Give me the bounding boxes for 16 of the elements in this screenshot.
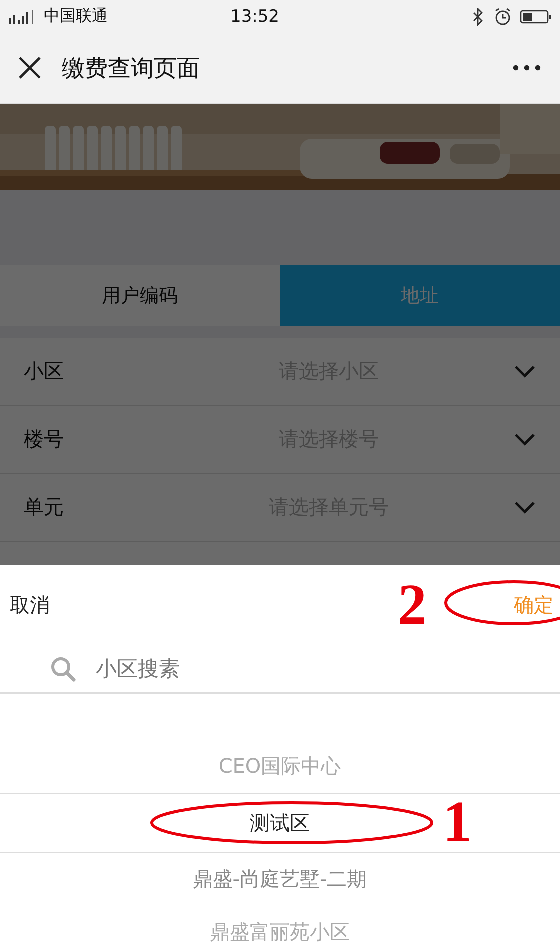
cancel-button[interactable]: 取消	[0, 592, 60, 618]
tab[interactable]: 地址	[280, 265, 560, 326]
field-label: 单元	[24, 494, 65, 521]
clock-time: 13:52	[230, 6, 280, 26]
annotation-number: 2	[398, 576, 427, 634]
search-field[interactable]: 小区搜素	[94, 656, 398, 682]
confirm-button[interactable]: 确定	[504, 592, 560, 618]
picker-option[interactable]: CEO国际中心	[0, 740, 560, 793]
picker-option[interactable]: 鼎盛-尚庭艺墅-二期	[0, 853, 560, 906]
picker-option[interactable]: 鼎盛富丽苑小区	[0, 906, 560, 948]
carrier-name: 中国联通	[44, 6, 108, 27]
annotation-number: 1	[443, 793, 472, 851]
field-label: 小区	[24, 358, 65, 385]
field-label: 楼号	[24, 426, 65, 453]
tab[interactable]: 用户编码	[0, 265, 280, 326]
page-title: 缴费查询页面	[62, 54, 201, 84]
